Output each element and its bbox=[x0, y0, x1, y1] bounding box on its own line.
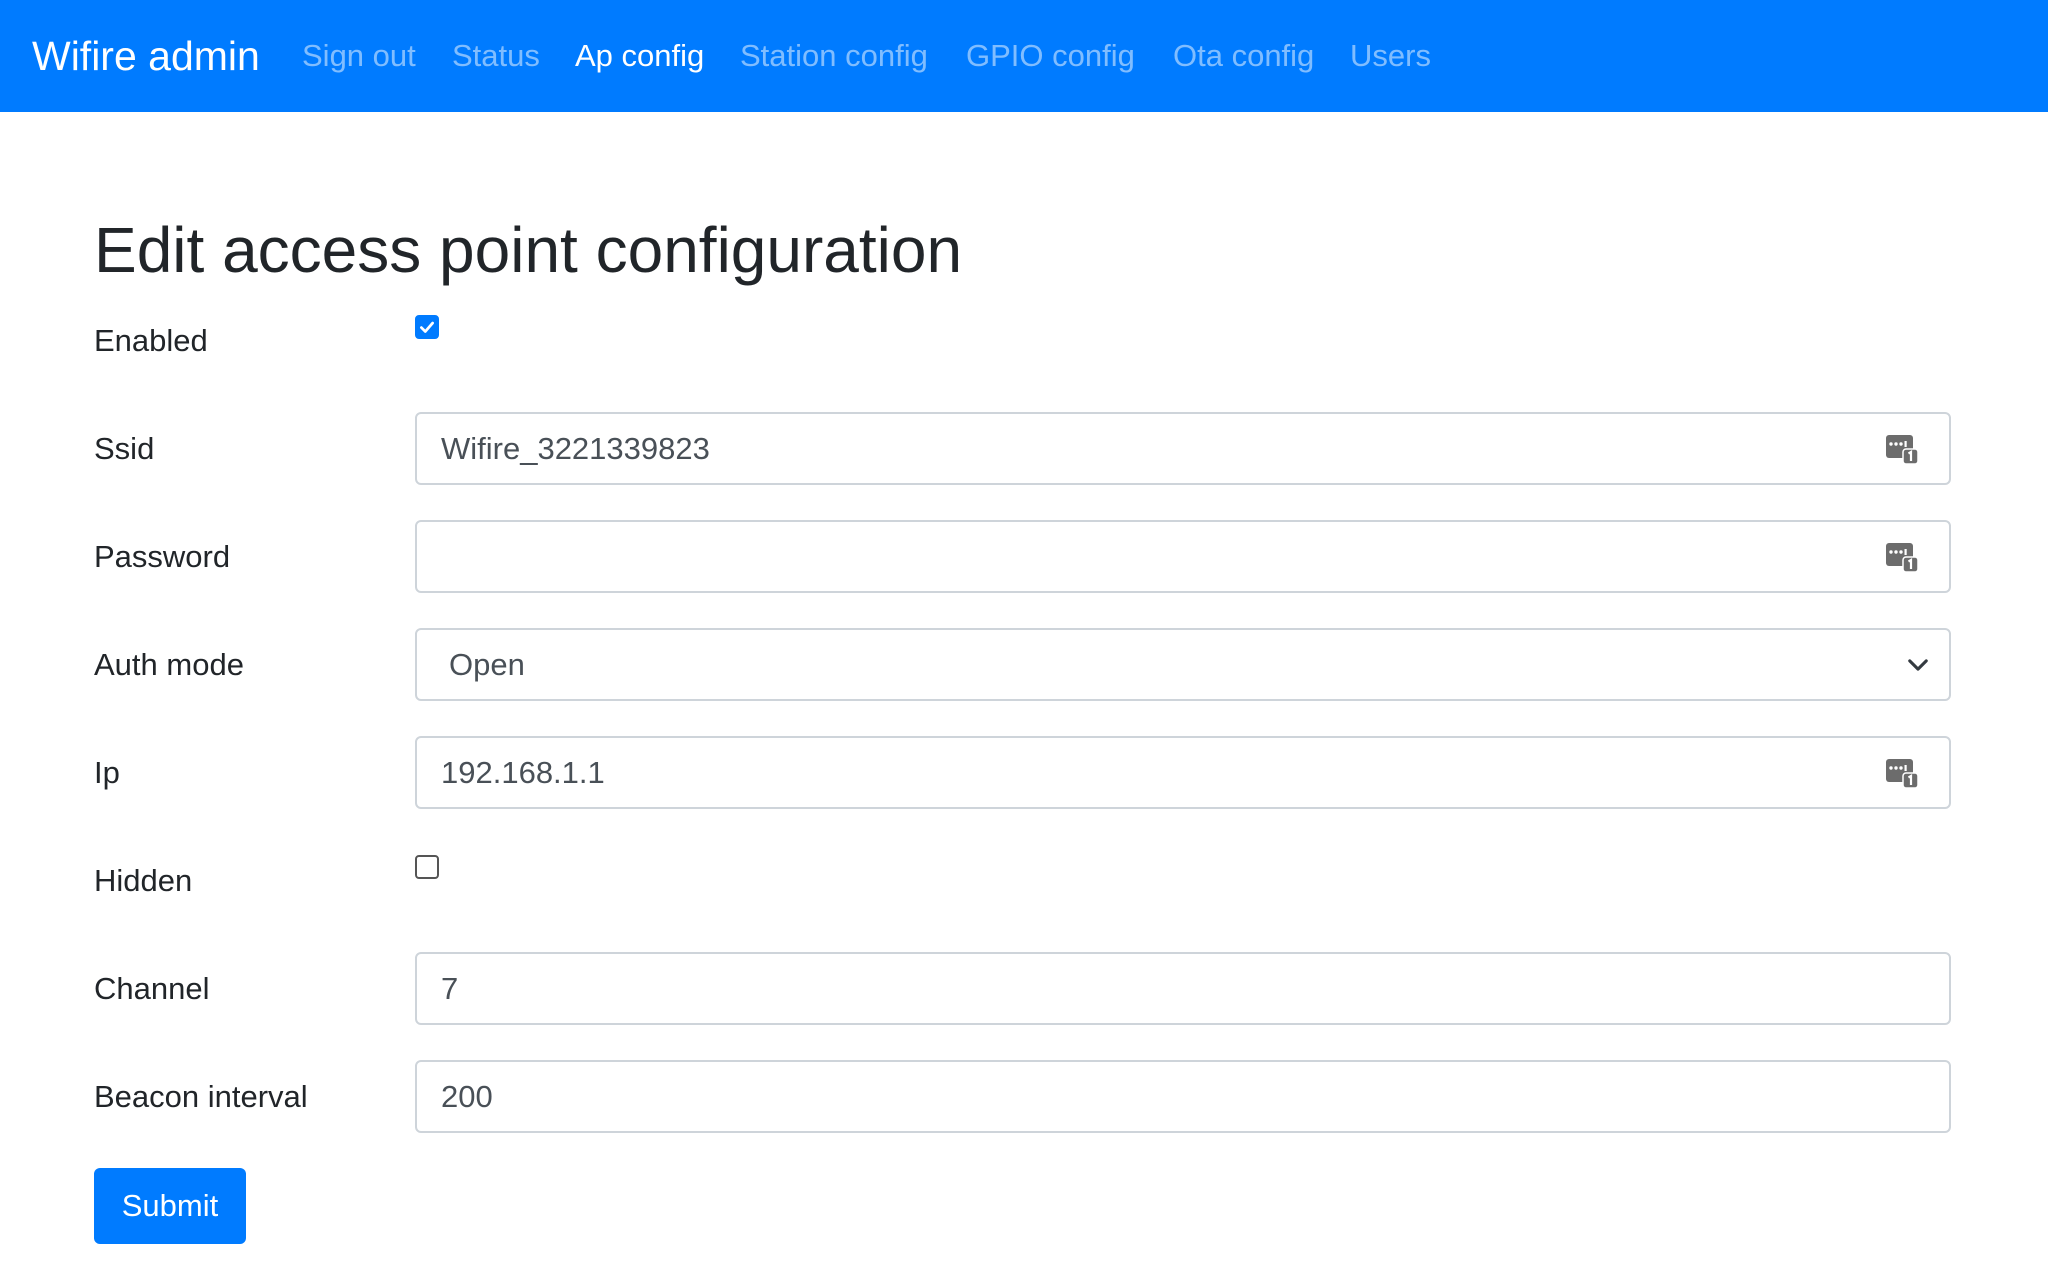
nav-link-ap-config[interactable]: Ap config bbox=[575, 0, 704, 112]
auth-mode-select[interactable]: Open bbox=[415, 628, 1951, 701]
chevron-down-icon bbox=[1908, 659, 1928, 671]
nav-link-sign-out[interactable]: Sign out bbox=[302, 0, 416, 112]
password-input[interactable] bbox=[441, 522, 1841, 591]
beacon-interval-label: Beacon interval bbox=[94, 1079, 308, 1114]
password-label: Password bbox=[94, 539, 231, 574]
beacon-interval-field bbox=[415, 1060, 1951, 1133]
auth-mode-selected-value: Open bbox=[449, 647, 525, 682]
nav-link-ota-config[interactable]: Ota config bbox=[1173, 0, 1314, 112]
navbar: Wifire admin Sign out Status Ap config S… bbox=[0, 0, 2048, 112]
ssid-input[interactable] bbox=[441, 414, 1841, 483]
submit-button[interactable]: Submit bbox=[94, 1168, 246, 1244]
checkmark-icon bbox=[420, 321, 434, 333]
nav-link-status[interactable]: Status bbox=[452, 0, 540, 112]
ssid-label: Ssid bbox=[94, 431, 155, 466]
nav-link-users[interactable]: Users bbox=[1350, 0, 1431, 112]
channel-input[interactable] bbox=[441, 954, 1841, 1023]
password-field bbox=[415, 520, 1951, 593]
password-manager-icon[interactable] bbox=[1885, 540, 1919, 574]
hidden-checkbox[interactable] bbox=[415, 855, 439, 879]
ip-field bbox=[415, 736, 1951, 809]
nav-link-station-config[interactable]: Station config bbox=[740, 0, 928, 112]
page-title: Edit access point configuration bbox=[94, 214, 963, 286]
navbar-brand[interactable]: Wifire admin bbox=[32, 0, 260, 112]
ip-input[interactable] bbox=[441, 738, 1841, 807]
ip-label: Ip bbox=[94, 755, 120, 790]
nav-link-gpio-config[interactable]: GPIO config bbox=[966, 0, 1135, 112]
ssid-field bbox=[415, 412, 1951, 485]
enabled-label: Enabled bbox=[94, 323, 208, 358]
password-manager-icon[interactable] bbox=[1885, 432, 1919, 466]
enabled-checkbox[interactable] bbox=[415, 315, 439, 339]
beacon-interval-input[interactable] bbox=[441, 1062, 1841, 1131]
hidden-label: Hidden bbox=[94, 863, 193, 898]
channel-label: Channel bbox=[94, 971, 210, 1006]
channel-field bbox=[415, 952, 1951, 1025]
auth-mode-label: Auth mode bbox=[94, 647, 244, 682]
password-manager-icon[interactable] bbox=[1885, 756, 1919, 790]
